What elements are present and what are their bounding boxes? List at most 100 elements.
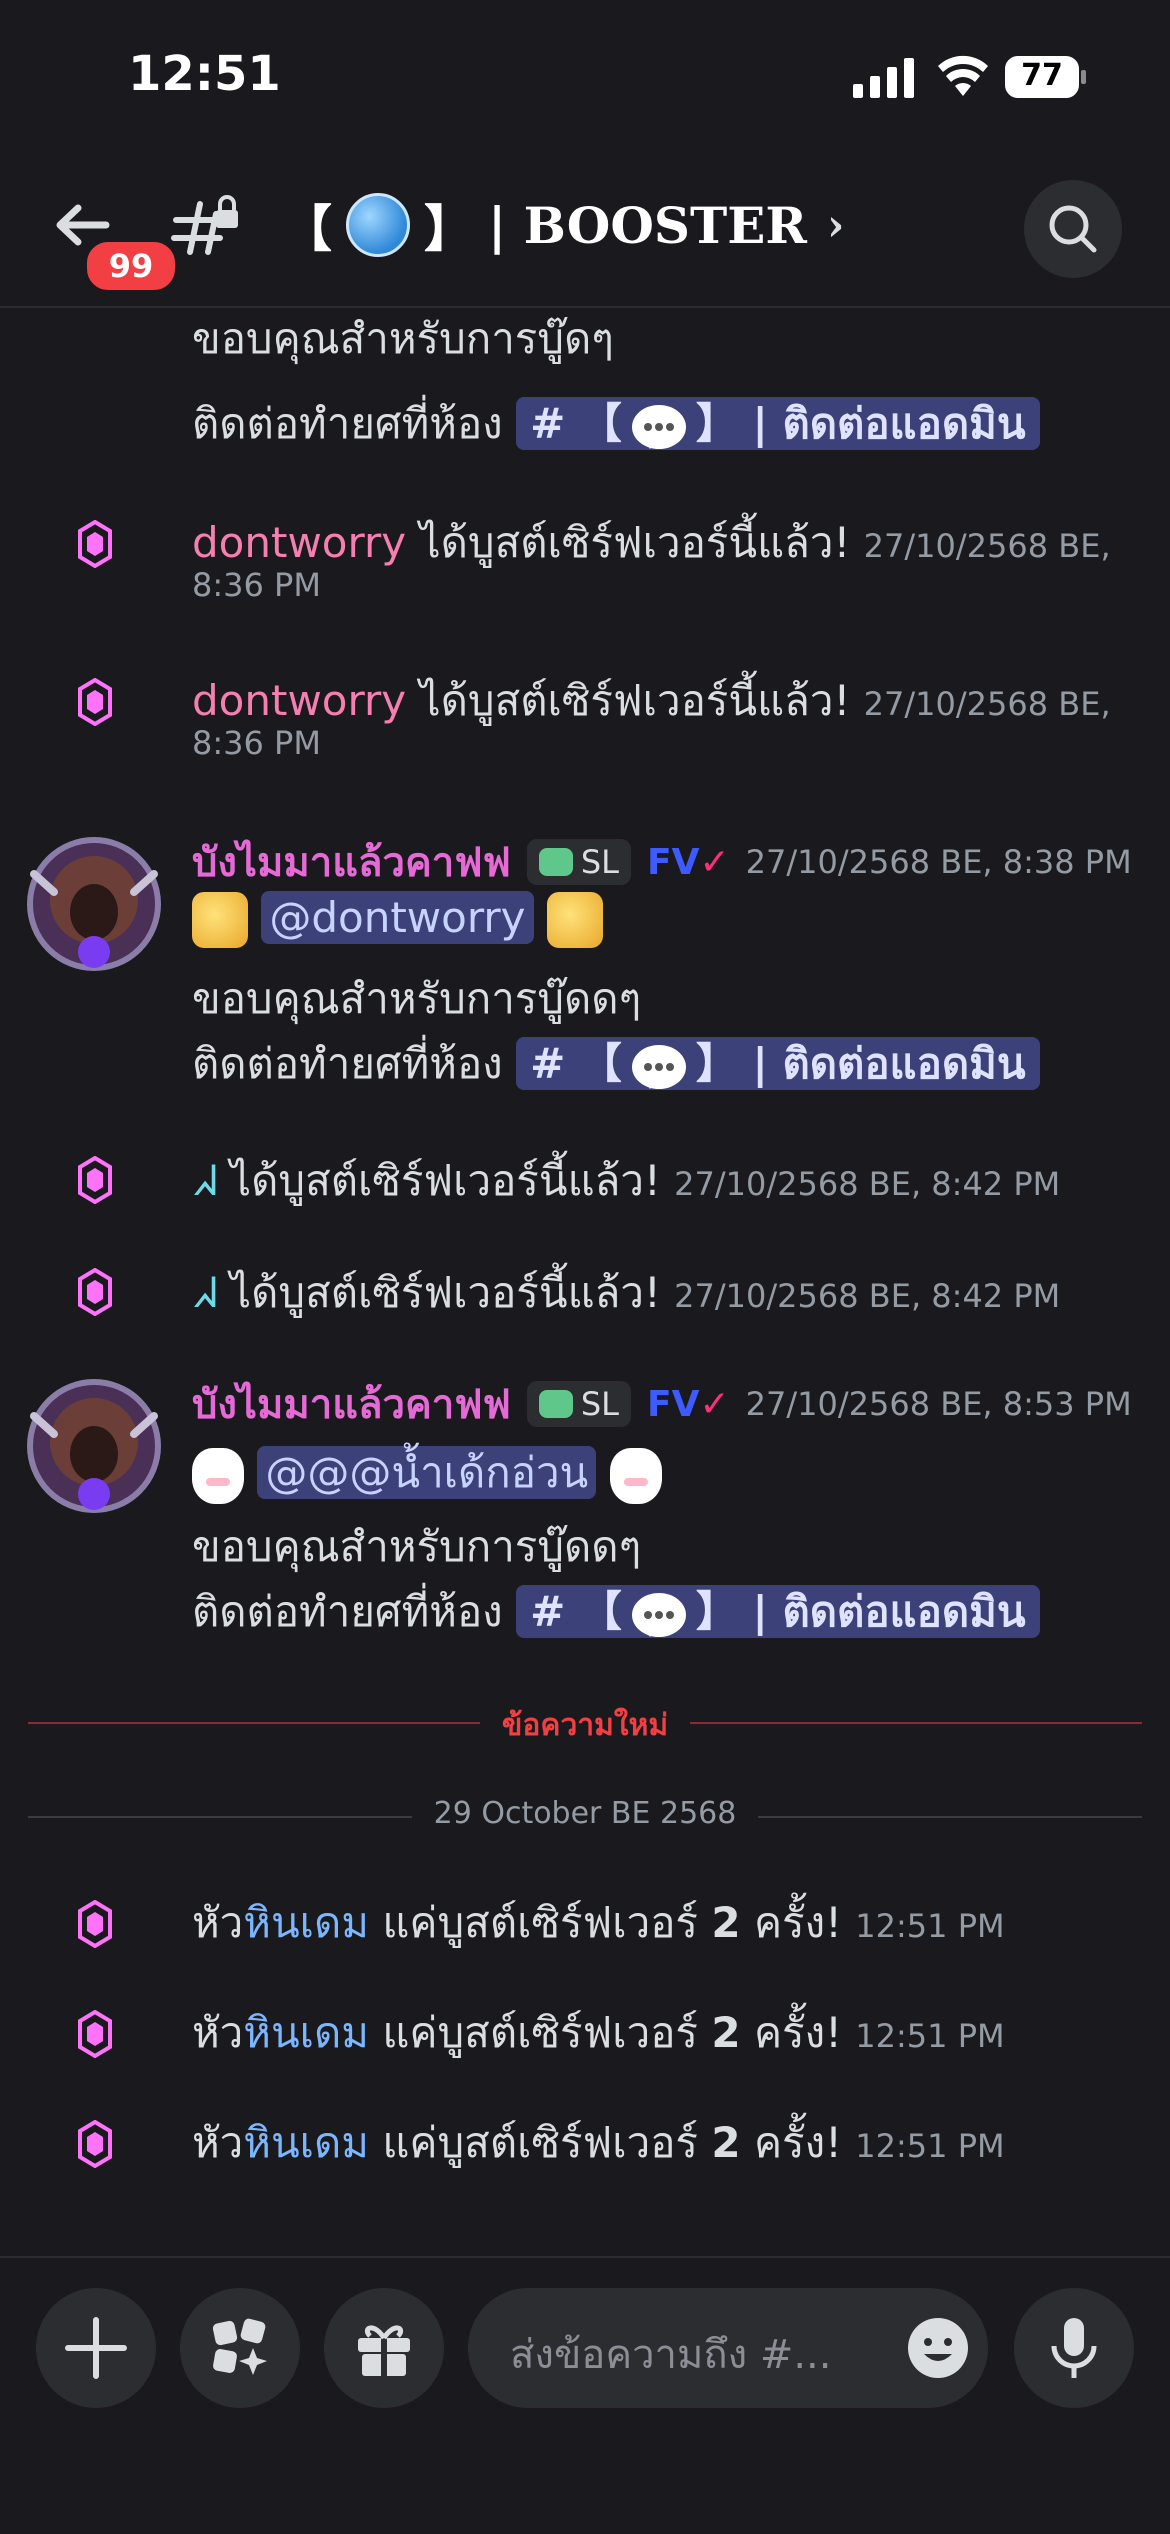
gift-icon	[358, 2325, 410, 2376]
globe-emoji-icon	[346, 193, 410, 257]
message-text: ติดต่อทำยศที่ห้อง	[192, 1587, 503, 1636]
boost-text: dontworry ได้บูสต์เซิร์ฟเวอร์นี้แล้ว! 27…	[192, 510, 1111, 576]
server-boost-icon	[78, 2120, 112, 2168]
boost-username[interactable]: dontworry	[192, 676, 406, 725]
battery-icon: 77	[1005, 56, 1087, 98]
channel-bracket-close: 】	[424, 199, 474, 258]
channel-name[interactable]: 【 】 | BOOSTER ›	[282, 180, 844, 270]
wifi-icon	[938, 55, 988, 96]
hash-symbol: #	[530, 1587, 566, 1636]
clan-tag[interactable]: SL	[526, 1381, 631, 1427]
boost-text: dontworry ได้บูสต์เซิร์ฟเวอร์นี้แล้ว! 27…	[192, 668, 1111, 734]
avatar-image	[27, 1379, 161, 1513]
author-name[interactable]: บังไมมาแล้วคาฟฟ	[192, 830, 511, 894]
server-boost-icon	[78, 2010, 112, 2058]
cellular-signal-icon	[853, 58, 914, 98]
channel-mention-name: | ติดต่อแอดมิน	[752, 1039, 1026, 1088]
avatar-image	[27, 837, 161, 971]
message-composer: ส่งข้อความถึง #...	[0, 2256, 1170, 2534]
emoji-picker-icon[interactable]	[906, 2316, 970, 2380]
bunny-emoji-icon	[609, 1447, 662, 1504]
username-part: หินเดม	[243, 1898, 369, 1947]
speech-bubble-emoji-icon	[631, 1044, 686, 1089]
channel-header: 99 【 】 | BOOSTER ›	[0, 150, 1170, 308]
message-line: ติดต่อทำยศที่ห้อง # 【 】 | ติดต่อแอดมิน	[192, 1578, 1040, 1645]
voice-message-button[interactable]	[1014, 2288, 1134, 2408]
channel-mention-name: | ติดต่อแอดมิน	[752, 399, 1026, 448]
channel-bracket-open: 【	[282, 199, 332, 258]
clan-tag[interactable]: SL	[526, 839, 631, 885]
bracket-close: 】	[695, 399, 738, 448]
speech-bubble-emoji-icon	[631, 1592, 686, 1637]
timestamp: 27/10/2568 BE, 8:53 PM	[745, 1385, 1132, 1423]
boost-username[interactable]: ᖽ	[192, 1268, 217, 1317]
unread-badge: 99	[82, 237, 180, 295]
boost-username[interactable]: dontworry	[192, 518, 406, 567]
channel-mention[interactable]: # 【 】 | ติดต่อแอดมิน	[516, 397, 1040, 450]
bracket-open: 【	[579, 1039, 622, 1088]
timestamp: 12:51 PM	[855, 1907, 1005, 1945]
server-boost-icon	[78, 1156, 112, 1204]
clan-tag-label: SL	[580, 1385, 619, 1423]
locked-text-channel-icon	[171, 195, 238, 255]
search-icon	[1049, 205, 1097, 253]
message-text: ติดต่อทำยศที่ห้อง	[192, 399, 503, 448]
bracket-close: 】	[695, 1587, 738, 1636]
role-icon-letters: FV	[647, 1383, 700, 1425]
channel-title: | BOOSTER	[488, 195, 807, 255]
username-part: หัว	[192, 1898, 244, 1947]
message-input[interactable]: ส่งข้อความถึง #...	[468, 2288, 988, 2408]
message-line: ติดต่อทำยศที่ห้อง # 【 】 | ติดต่อแอดมิน	[192, 390, 1040, 457]
timestamp: 27/10/2568 BE,	[863, 685, 1111, 723]
server-boost-icon	[78, 678, 112, 726]
apps-button[interactable]	[180, 2288, 300, 2408]
boost-message: ครั้ง!	[753, 1898, 842, 1947]
gift-button[interactable]	[324, 2288, 444, 2408]
message-line: ขอบคุณสำหรับการบู๊ดดๆ	[192, 1522, 642, 1571]
boost-username[interactable]: ᖽ	[192, 1156, 217, 1205]
author-name[interactable]: บังไมมาแล้วคาฟฟ	[192, 1372, 511, 1436]
microphone-icon	[1051, 2318, 1097, 2378]
boost-text: หัวหินเดม แค่บูสต์เซิร์ฟเวอร์ 2 ครั้ง! 1…	[192, 1890, 1005, 1956]
timestamp: 27/10/2568 BE, 8:42 PM	[674, 1277, 1061, 1315]
username-part: หินเดม	[243, 2008, 369, 2057]
boost-message: ได้บูสต์เซิร์ฟเวอร์นี้แล้ว!	[419, 676, 851, 725]
role-icon-check: ✓	[699, 1383, 730, 1425]
date-text: 29 October BE 2568	[411, 1796, 759, 1831]
boost-username[interactable]: หัวหินเดม	[192, 2118, 369, 2167]
user-mention[interactable]: @@@น้ำเด้กอ่วน	[257, 1446, 597, 1499]
message-line: ขอบคุณสำหรับการบู๊ดๆ	[192, 314, 614, 363]
battery-level: 77	[1021, 58, 1063, 93]
server-boost-icon	[78, 1900, 112, 1948]
new-messages-label: ข้อความใหม่	[0, 1702, 1170, 1749]
avatar[interactable]	[24, 834, 164, 974]
username-part: หัว	[192, 2118, 244, 2167]
timestamp: 12:51 PM	[855, 2127, 1005, 2165]
chevron-right-icon: ›	[826, 199, 845, 251]
add-attachment-button[interactable]	[36, 2288, 156, 2408]
hash-symbol: #	[530, 399, 566, 448]
boost-text: หัวหินเดม แค่บูสต์เซิร์ฟเวอร์ 2 ครั้ง! 1…	[192, 2000, 1005, 2066]
apps-icon	[212, 2318, 267, 2375]
role-icon-check: ✓	[699, 841, 730, 883]
bracket-open: 【	[579, 1587, 622, 1636]
role-icon: FV✓	[647, 842, 730, 883]
message-line: ติดต่อทำยศที่ห้อง # 【 】 | ติดต่อแอดมิน	[192, 1030, 1040, 1097]
channel-mention[interactable]: # 【 】 | ติดต่อแอดมิน	[516, 1585, 1040, 1638]
message-list[interactable]: ขอบคุณสำหรับการบู๊ดๆ ติดต่อทำยศที่ห้อง #…	[0, 306, 1170, 2256]
boost-text: หัวหินเดม แค่บูสต์เซิร์ฟเวอร์ 2 ครั้ง! 1…	[192, 2110, 1005, 2176]
message-line: @@@น้ำเด้กอ่วน	[192, 1440, 662, 1506]
boost-username[interactable]: หัวหินเดม	[192, 2008, 369, 2057]
clan-tag-label: SL	[580, 843, 619, 881]
channel-mention[interactable]: # 【 】 | ติดต่อแอดมิน	[516, 1037, 1040, 1090]
user-mention[interactable]: @dontworry	[261, 890, 534, 944]
message-line: @dontworry	[192, 890, 603, 948]
bracket-close: 】	[695, 1039, 738, 1088]
avatar[interactable]	[24, 1376, 164, 1516]
boost-username[interactable]: หัวหินเดม	[192, 1898, 369, 1947]
search-button[interactable]	[1024, 180, 1122, 278]
channel-mention-name: | ติดต่อแอดมิน	[752, 1587, 1026, 1636]
boost-message: ได้บูสต์เซิร์ฟเวอร์นี้แล้ว!	[419, 518, 851, 567]
new-messages-text: ข้อความใหม่	[479, 1708, 691, 1743]
plus-icon	[65, 2317, 127, 2379]
